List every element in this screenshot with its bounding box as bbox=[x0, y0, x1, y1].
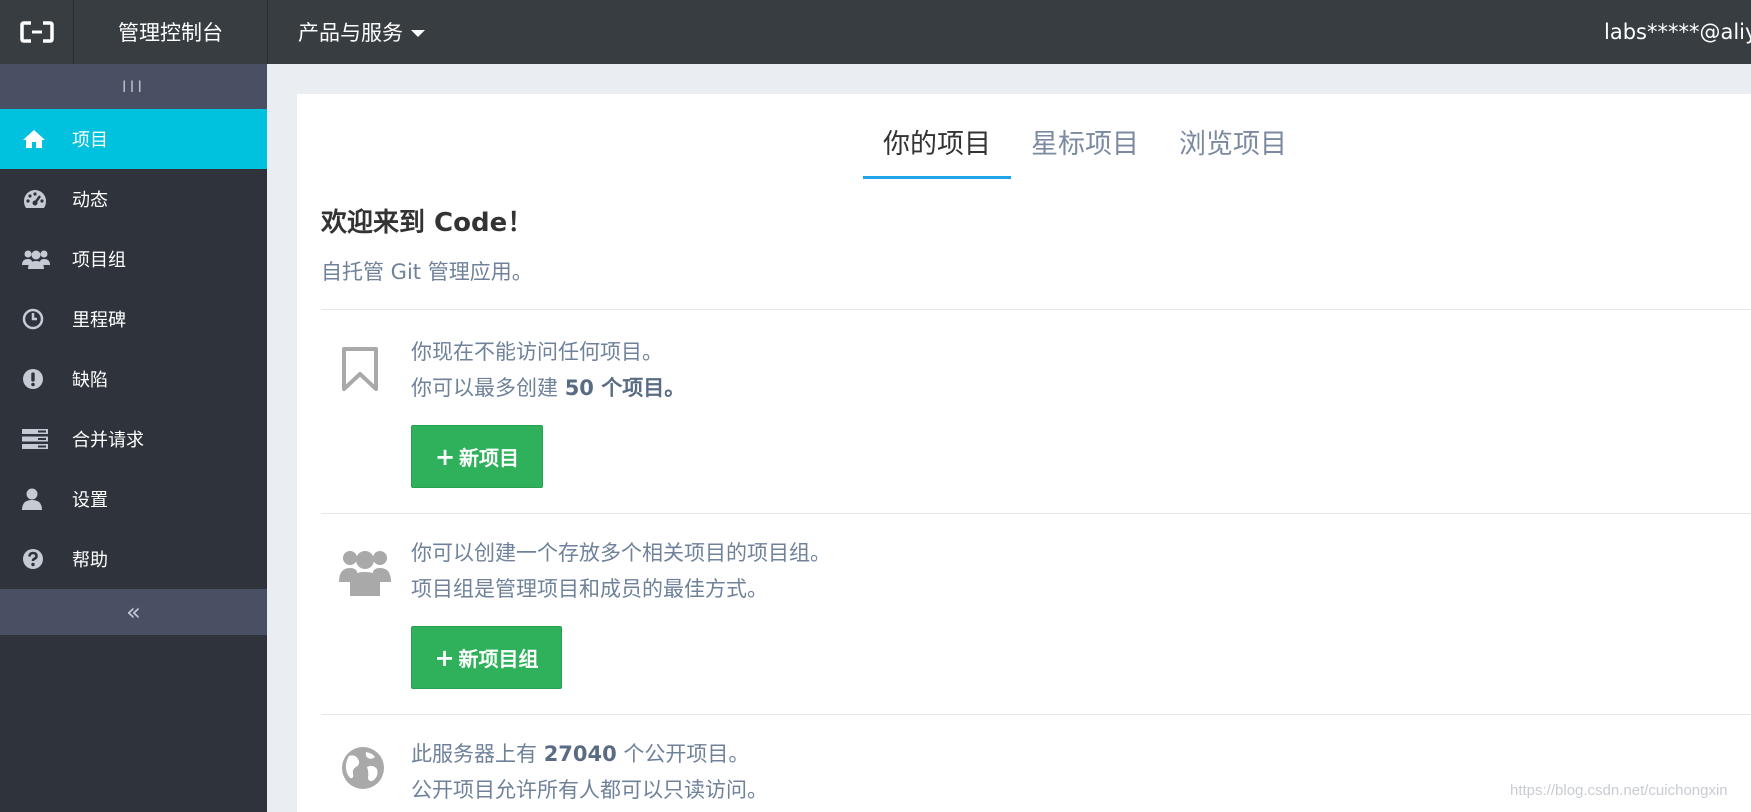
group-icon bbox=[0, 248, 72, 270]
public-info-line2: 公开项目允许所有人都可以只读访问。 bbox=[411, 778, 768, 802]
sidebar: III 项目 动态 项目组 里程碑 缺陷 合并请求 设置 帮助 « bbox=[0, 64, 267, 812]
sidebar-item-label: 项目组 bbox=[72, 250, 126, 271]
projects-info-line2: 你可以最多创建 50 个项目。 bbox=[411, 370, 685, 406]
new-project-button[interactable]: + 新项目 bbox=[411, 425, 543, 488]
groups-info-line1: 你可以创建一个存放多个相关项目的项目组。 bbox=[411, 541, 831, 565]
aliyun-logo-icon bbox=[19, 21, 54, 43]
sidebar-collapse-button[interactable]: « bbox=[0, 589, 267, 635]
exclamation-icon bbox=[0, 368, 72, 390]
tab-starred-projects[interactable]: 星标项目 bbox=[1011, 94, 1159, 179]
sidebar-item-label: 动态 bbox=[72, 190, 108, 211]
sidebar-item-projects[interactable]: 项目 bbox=[0, 109, 267, 169]
project-tabs: 你的项目 星标项目 浏览项目 bbox=[863, 94, 1307, 179]
plus-icon: + bbox=[434, 442, 456, 471]
page-title: 欢迎来到 Code！ bbox=[321, 208, 534, 238]
public-count-prefix: 此服务器上有 bbox=[411, 742, 544, 766]
public-info: 此服务器上有 27040 个公开项目。 公开项目允许所有人都可以只读访问。 bbox=[411, 736, 768, 808]
sidebar-item-issues[interactable]: 缺陷 bbox=[0, 349, 267, 409]
user-icon bbox=[0, 488, 72, 510]
groups-info: 你可以创建一个存放多个相关项目的项目组。 项目组是管理项目和成员的最佳方式。 bbox=[411, 535, 831, 607]
question-icon bbox=[0, 548, 72, 570]
logo[interactable] bbox=[0, 0, 74, 64]
new-group-label: 新项目组 bbox=[458, 647, 539, 671]
sidebar-item-label: 帮助 bbox=[72, 550, 108, 571]
new-group-button[interactable]: + 新项目组 bbox=[411, 626, 562, 689]
sidebar-item-groups[interactable]: 项目组 bbox=[0, 229, 267, 289]
clock-icon bbox=[0, 308, 72, 330]
projects-limit-count: 50 个项目。 bbox=[564, 376, 686, 400]
main-panel: 你的项目 星标项目 浏览项目 欢迎来到 Code！ 自托管 Git 管理应用。 … bbox=[297, 94, 1751, 812]
page-subtitle: 自托管 Git 管理应用。 bbox=[321, 260, 533, 284]
sidebar-toggle[interactable]: III bbox=[0, 64, 267, 109]
user-account[interactable]: labs*****@aliy bbox=[1604, 0, 1751, 64]
sidebar-item-merge-requests[interactable]: 合并请求 bbox=[0, 409, 267, 469]
bookmark-icon bbox=[341, 346, 379, 396]
projects-info: 你现在不能访问任何项目。 你可以最多创建 50 个项目。 bbox=[411, 334, 685, 406]
divider bbox=[321, 513, 1751, 514]
merge-list-icon bbox=[0, 429, 72, 449]
sidebar-item-activity[interactable]: 动态 bbox=[0, 169, 267, 229]
dashboard-icon bbox=[0, 188, 72, 210]
tab-your-projects[interactable]: 你的项目 bbox=[863, 94, 1011, 179]
watermark: https://blog.csdn.net/cuichongxin bbox=[1510, 782, 1728, 799]
globe-icon bbox=[341, 746, 385, 794]
groups-info-line2: 项目组是管理项目和成员的最佳方式。 bbox=[411, 577, 768, 601]
divider bbox=[321, 309, 1751, 310]
sidebar-item-label: 合并请求 bbox=[72, 430, 144, 451]
caret-down-icon bbox=[411, 30, 425, 37]
projects-info-line1: 你现在不能访问任何项目。 bbox=[411, 340, 663, 364]
sidebar-item-settings[interactable]: 设置 bbox=[0, 469, 267, 529]
public-count-suffix: 个公开项目。 bbox=[616, 742, 750, 766]
products-label: 产品与服务 bbox=[298, 21, 403, 45]
public-count: 27040 bbox=[543, 742, 617, 766]
tab-explore-projects[interactable]: 浏览项目 bbox=[1159, 94, 1307, 179]
divider bbox=[321, 714, 1751, 715]
top-navbar: 管理控制台 产品与服务 labs*****@aliy bbox=[0, 0, 1751, 64]
new-project-label: 新项目 bbox=[459, 446, 520, 470]
sidebar-item-milestones[interactable]: 里程碑 bbox=[0, 289, 267, 349]
sidebar-item-label: 项目 bbox=[72, 130, 108, 151]
public-info-line1: 此服务器上有 27040 个公开项目。 bbox=[411, 736, 768, 772]
products-services-menu[interactable]: 产品与服务 bbox=[298, 0, 425, 64]
sidebar-item-help[interactable]: 帮助 bbox=[0, 529, 267, 589]
group-icon bbox=[339, 548, 391, 600]
sidebar-item-label: 设置 bbox=[72, 490, 108, 511]
sidebar-item-label: 缺陷 bbox=[72, 370, 108, 391]
home-icon bbox=[0, 129, 72, 149]
plus-icon: + bbox=[434, 643, 455, 672]
console-title[interactable]: 管理控制台 bbox=[74, 0, 268, 64]
projects-limit-text: 你可以最多创建 bbox=[411, 376, 565, 400]
sidebar-item-label: 里程碑 bbox=[72, 310, 126, 331]
